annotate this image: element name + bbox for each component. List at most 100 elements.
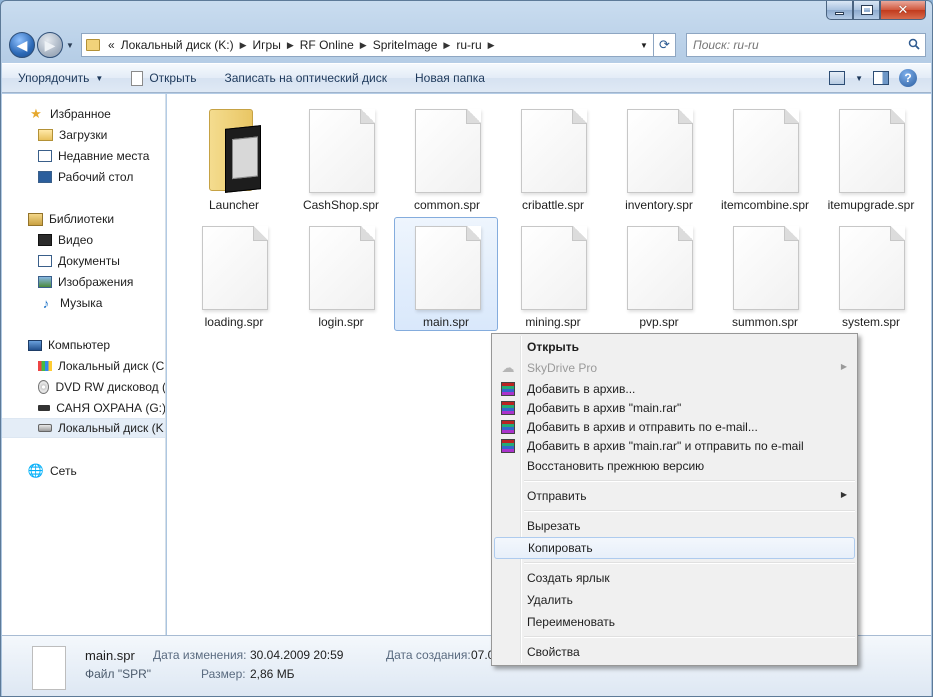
sidebar-item-drive-c[interactable]: Локальный диск (C (2, 356, 165, 376)
file-item[interactable]: cribattle.spr (501, 101, 605, 215)
file-item[interactable]: mining.spr (501, 218, 605, 332)
sidebar-item-computer[interactable]: Компьютер (2, 335, 165, 355)
menu-separator (524, 480, 855, 482)
breadcrumb-separator-icon[interactable]: ▶ (440, 40, 453, 51)
winrar-icon (501, 420, 515, 434)
size-label: Размер: (201, 667, 246, 681)
file-item[interactable]: CashShop.spr (289, 101, 393, 215)
forward-button[interactable]: ▶ (37, 32, 63, 58)
search-input[interactable] (693, 38, 893, 52)
sidebar-item-desktop[interactable]: Рабочий стол (2, 167, 165, 187)
menu-item-add-main-rar[interactable]: Добавить в архив "main.rar" (494, 398, 855, 418)
menu-item-open[interactable]: Открыть (494, 337, 855, 357)
view-options-dropdown[interactable]: ▼ (855, 74, 863, 83)
search-box[interactable] (686, 33, 926, 57)
maximize-button[interactable] (853, 1, 880, 20)
modified-label: Дата изменения: (153, 648, 247, 662)
sidebar-item-documents[interactable]: Документы (2, 251, 165, 271)
breadcrumb-item[interactable]: SpriteImage ▶ (370, 38, 454, 52)
preview-pane-icon[interactable] (873, 71, 889, 85)
refresh-button[interactable]: ⟳ (654, 33, 676, 57)
chevron-down-icon: ▼ (640, 40, 648, 50)
sidebar-item-drive-k[interactable]: Локальный диск (K (2, 418, 165, 438)
open-button[interactable]: Открыть (131, 70, 196, 86)
file-icon (839, 109, 905, 193)
created-label: Дата создания: (386, 648, 471, 662)
winrar-icon (501, 439, 515, 453)
file-icon (202, 226, 268, 310)
file-item[interactable]: system.spr (819, 218, 923, 332)
sidebar-item-video[interactable]: Видео (2, 230, 165, 250)
documents-icon (38, 255, 52, 267)
menu-item-restore[interactable]: Восстановить прежнюю версию (494, 456, 855, 476)
file-item[interactable]: loading.spr (182, 218, 286, 332)
breadcrumb-separator-icon[interactable]: ▶ (284, 40, 297, 51)
search-icon[interactable] (908, 38, 920, 50)
sidebar-item-drive-g[interactable]: САНЯ ОХРАНА (G:) (2, 398, 165, 418)
submenu-arrow-icon: ▶ (840, 362, 847, 371)
menu-item-add-archive[interactable]: Добавить в архив... (494, 379, 855, 399)
breadcrumb-separator-icon[interactable]: ▶ (357, 40, 370, 51)
window-controls: ✕ (826, 1, 926, 20)
star-icon: ★ (30, 106, 42, 121)
sidebar-item-dvd[interactable]: DVD RW дисковод ( (2, 377, 165, 397)
navigation-pane: ★ Избранное Загрузки Недавние места Рабоч… (2, 94, 166, 635)
navigation-bar: ◀ ▶ ▼ « Локальный диск (K:) ▶ Игры ▶ RF On… (9, 30, 926, 60)
menu-item-delete[interactable]: Удалить (494, 590, 855, 610)
file-item[interactable]: summon.spr (713, 218, 817, 332)
sidebar-item-downloads[interactable]: Загрузки (2, 125, 165, 145)
library-icon (28, 212, 43, 226)
file-item[interactable]: itemupgrade.spr (819, 101, 923, 215)
menu-item-rename[interactable]: Переименовать (494, 612, 855, 632)
sidebar-item-favorites[interactable]: ★ Избранное (2, 104, 165, 124)
folder-icon (86, 39, 100, 51)
address-history-dropdown[interactable]: ▼ (637, 37, 651, 53)
breadcrumb-item[interactable]: Локальный диск (K:) ▶ (118, 38, 250, 52)
pictures-icon (38, 276, 52, 288)
address-bar[interactable]: « Локальный диск (K:) ▶ Игры ▶ RF Online ▶ … (81, 33, 654, 57)
file-item[interactable]: itemcombine.spr (713, 101, 817, 215)
breadcrumb-item[interactable]: RF Online ▶ (297, 38, 370, 52)
file-item[interactable]: inventory.spr (607, 101, 711, 215)
network-icon: 🌐 (27, 463, 45, 478)
menu-item-skydrive[interactable]: ☁ SkyDrive Pro ▶ (494, 358, 855, 378)
back-button[interactable]: ◀ (9, 32, 35, 58)
minimize-button[interactable] (826, 1, 853, 20)
menu-item-add-main-email[interactable]: Добавить в архив "main.rar" и отправить … (494, 436, 855, 456)
breadcrumb-separator-icon[interactable]: ▶ (237, 40, 250, 51)
explorer-window: ✕ ◀ ▶ ▼ « Локальный диск (K:) ▶ Игры ▶ RF … (0, 0, 933, 697)
menu-item-properties[interactable]: Свойства (494, 642, 855, 662)
winrar-icon (501, 401, 515, 415)
file-item[interactable]: common.spr (395, 101, 499, 215)
sidebar-item-music[interactable]: ♪ Музыка (2, 293, 165, 313)
organize-button[interactable]: Упорядочить ▼ (18, 71, 103, 85)
desktop-icon (38, 171, 52, 183)
change-view-icon[interactable] (829, 71, 846, 85)
menu-item-send-to[interactable]: Отправить ▶ (494, 486, 855, 506)
breadcrumb-item[interactable]: ru-ru ▶ (453, 38, 497, 52)
hard-drive-icon (38, 424, 52, 432)
menu-separator (524, 562, 855, 564)
recent-places-icon (38, 150, 52, 162)
sidebar-item-recent[interactable]: Недавние места (2, 146, 165, 166)
menu-item-create-shortcut[interactable]: Создать ярлык (494, 568, 855, 588)
menu-item-copy[interactable]: Копировать (494, 537, 855, 559)
menu-item-add-email[interactable]: Добавить в архив и отправить по e-mail..… (494, 417, 855, 437)
help-icon[interactable]: ? (899, 69, 917, 87)
sidebar-item-libraries[interactable]: Библиотеки (2, 209, 165, 229)
recent-pages-dropdown[interactable]: ▼ (64, 41, 76, 50)
file-item[interactable]: pvp.spr (607, 218, 711, 332)
breadcrumb-separator-icon[interactable]: ▶ (485, 40, 498, 51)
sidebar-item-images[interactable]: Изображения (2, 272, 165, 292)
file-icon (733, 109, 799, 193)
sidebar-item-network[interactable]: 🌐 Сеть (2, 461, 165, 481)
breadcrumb-item[interactable]: Игры ▶ (250, 38, 297, 52)
new-folder-button[interactable]: Новая папка (415, 71, 485, 85)
file-item[interactable]: login.spr (289, 218, 393, 332)
file-item-selected[interactable]: main.spr (394, 217, 498, 331)
close-button[interactable]: ✕ (880, 1, 926, 20)
file-item-launcher[interactable]: Launcher (182, 101, 286, 215)
breadcrumb-overflow[interactable]: « (105, 38, 118, 52)
burn-disc-button[interactable]: Записать на оптический диск (224, 71, 387, 85)
menu-item-cut[interactable]: Вырезать (494, 516, 855, 536)
